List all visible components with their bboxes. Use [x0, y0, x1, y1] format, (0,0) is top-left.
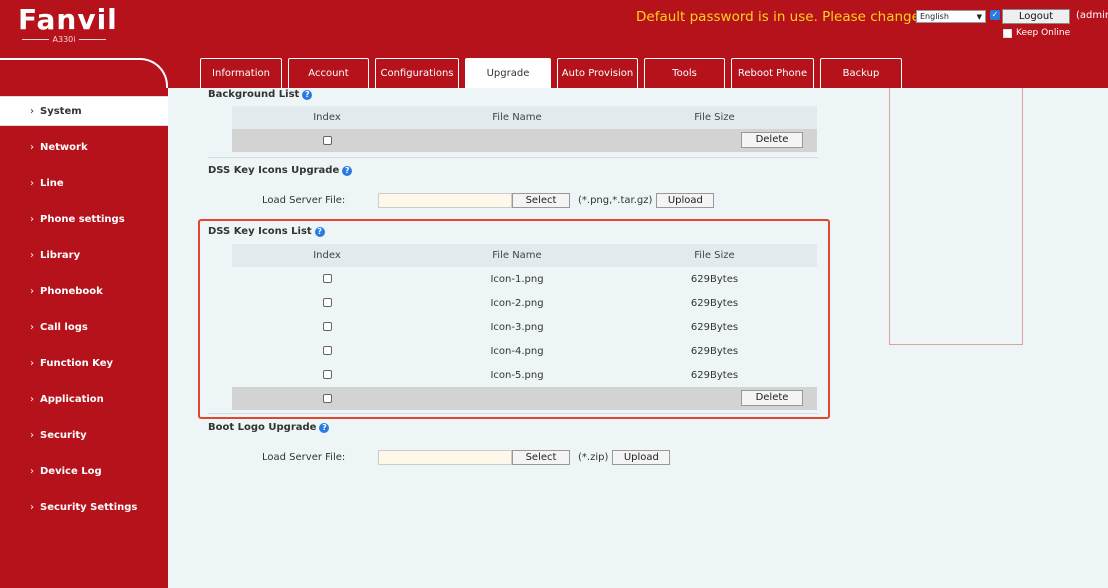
- fanvil-logo: Fanvil A330i: [18, 3, 118, 45]
- table-footer: Delete: [232, 129, 817, 152]
- upload-button[interactable]: Upload: [656, 193, 715, 208]
- table-header: Index File Name File Size: [232, 106, 817, 129]
- chevron-right-icon: ›: [30, 429, 34, 441]
- tab-reboot-phone[interactable]: Reboot Phone: [731, 58, 814, 88]
- sidebar-item-security-settings[interactable]: › Security Settings: [0, 492, 168, 522]
- tab-account[interactable]: Account: [288, 58, 369, 88]
- background-list-title: Background List?: [208, 89, 313, 100]
- sidebar-item-application[interactable]: › Application: [0, 384, 168, 414]
- sidebar-item-security[interactable]: › Security: [0, 420, 168, 450]
- upload-button[interactable]: Upload: [612, 450, 671, 465]
- chevron-right-icon: ›: [30, 105, 34, 117]
- tab-information[interactable]: Information: [200, 58, 282, 88]
- sidebar-item-phone-settings[interactable]: › Phone settings: [0, 204, 168, 234]
- background-list-table: Index File Name File Size Delete: [232, 106, 817, 152]
- keep-online-label: Keep Online: [1016, 28, 1071, 38]
- select-button[interactable]: Select: [512, 450, 570, 465]
- tab-auto-provision[interactable]: Auto Provision: [557, 58, 638, 88]
- help-icon[interactable]: ?: [342, 165, 353, 176]
- file-type-hint: (*.png,*.tar.gz): [578, 195, 653, 206]
- help-icon[interactable]: ?: [302, 89, 313, 100]
- sidebar-item-library[interactable]: › Library: [0, 240, 168, 270]
- boot-logo-title: Boot Logo Upgrade?: [208, 422, 330, 433]
- chevron-right-icon: ›: [30, 321, 34, 333]
- file-path-input[interactable]: [378, 193, 512, 208]
- file-path-input[interactable]: [378, 450, 512, 465]
- main-tabs: Information Account Configurations Upgra…: [200, 58, 908, 88]
- select-button[interactable]: Select: [512, 193, 570, 208]
- chevron-right-icon: ›: [30, 357, 34, 369]
- load-server-file-label: Load Server File:: [262, 195, 346, 206]
- sidebar-item-function-key[interactable]: › Function Key: [0, 348, 168, 378]
- language-value: English: [920, 12, 949, 21]
- dss-upgrade-title: DSS Key Icons Upgrade?: [208, 165, 353, 176]
- sidebar-item-call-logs[interactable]: › Call logs: [0, 312, 168, 342]
- select-all-checkbox[interactable]: [322, 135, 332, 145]
- chevron-right-icon: ›: [30, 465, 34, 477]
- logo-model: A330i: [52, 35, 76, 44]
- chevron-right-icon: ›: [30, 249, 34, 261]
- tab-upgrade[interactable]: Upgrade: [465, 58, 551, 88]
- sidebar-item-system[interactable]: › System: [0, 96, 168, 126]
- chevron-right-icon: ›: [30, 501, 34, 513]
- dss-upgrade-form: Load Server File: Select (*.png,*.tar.gz…: [262, 193, 715, 208]
- keep-online-checkbox[interactable]: [1003, 28, 1012, 38]
- chevron-right-icon: ›: [30, 177, 34, 189]
- logout-button[interactable]: Logout: [1002, 9, 1070, 24]
- chevron-right-icon: ›: [30, 141, 34, 153]
- admin-username: (admin: [1076, 10, 1108, 21]
- tab-backup[interactable]: Backup: [820, 58, 902, 88]
- tab-configurations[interactable]: Configurations: [375, 58, 459, 88]
- sidebar-item-device-log[interactable]: › Device Log: [0, 456, 168, 486]
- boot-logo-form: Load Server File: Select (*.zip) Upload: [262, 450, 671, 465]
- language-select[interactable]: English ▼: [916, 10, 986, 23]
- logo-word: Fanvil: [18, 3, 118, 36]
- sidebar-item-network[interactable]: › Network: [0, 132, 168, 162]
- file-type-hint: (*.zip): [578, 452, 609, 463]
- tab-tools[interactable]: Tools: [644, 58, 725, 88]
- chevron-right-icon: ›: [30, 285, 34, 297]
- sidebar-item-phonebook[interactable]: › Phonebook: [0, 276, 168, 306]
- default-password-warning: Default password is in use. Please chang…: [636, 9, 920, 25]
- chevron-right-icon: ›: [30, 213, 34, 225]
- delete-button[interactable]: Delete: [741, 132, 803, 148]
- language-checkbox[interactable]: ✓: [990, 10, 1000, 20]
- sidebar-item-line[interactable]: › Line: [0, 168, 168, 198]
- right-panel: [889, 88, 1023, 345]
- keep-online-toggle[interactable]: Keep Online: [1003, 28, 1070, 38]
- chevron-right-icon: ›: [30, 393, 34, 405]
- help-icon[interactable]: ?: [319, 422, 330, 433]
- load-server-file-label: Load Server File:: [262, 452, 346, 463]
- highlight-frame: [198, 219, 830, 419]
- chevron-down-icon: ▼: [976, 12, 982, 21]
